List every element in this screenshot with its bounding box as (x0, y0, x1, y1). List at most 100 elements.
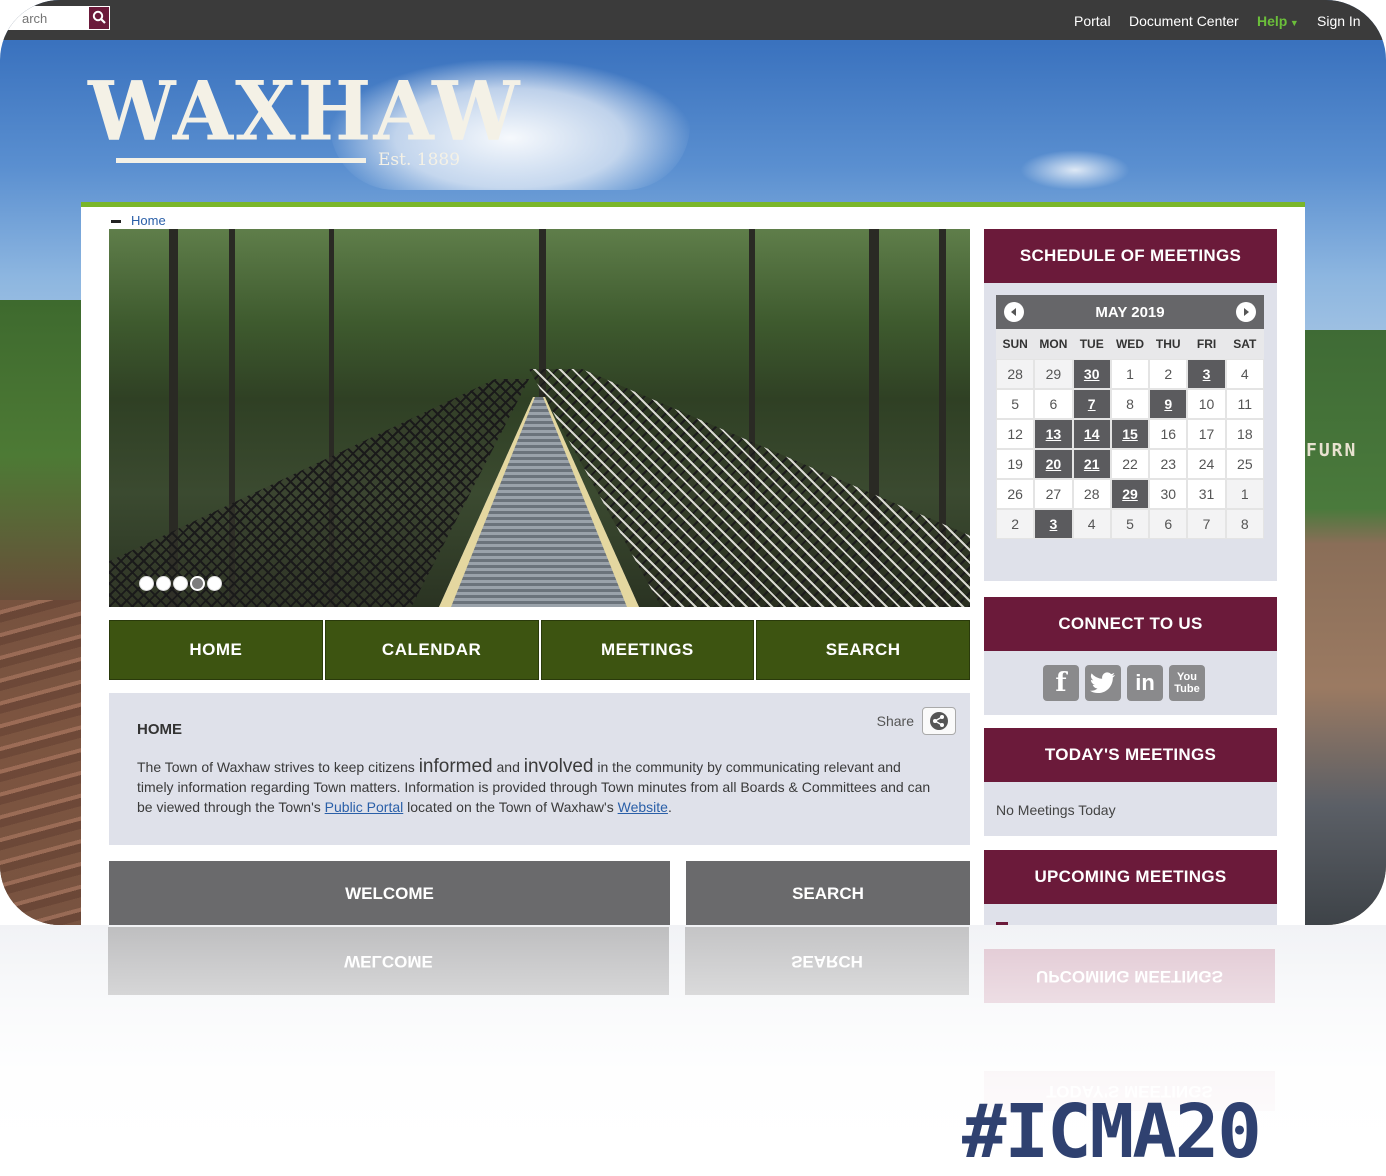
logo-wordmark: WAXHAW (88, 63, 522, 160)
word-informed: informed (418, 756, 493, 777)
portal-link[interactable]: Portal (1074, 13, 1111, 29)
calendar-day: 5 (1110, 509, 1150, 539)
facebook-icon[interactable]: f (1043, 665, 1079, 701)
slideshow-dot[interactable] (139, 576, 154, 591)
slideshow-dot[interactable] (173, 576, 188, 591)
calendar-day: 18 (1225, 419, 1264, 449)
home-text-part: and (492, 759, 524, 775)
calendar-day-meeting[interactable]: 13 (1034, 419, 1073, 449)
social-links: f in You Tube (1043, 665, 1205, 701)
connect-heading: CONNECT TO US (984, 597, 1277, 651)
calendar-day: 8 (1225, 509, 1264, 539)
calendar-day: 28 (996, 359, 1035, 389)
calendar-day-meeting[interactable]: 29 (1110, 479, 1150, 509)
top-bar: Portal Document Center Help ▼ Sign In (0, 0, 1386, 40)
calendar-day: 6 (1149, 509, 1188, 539)
building-sign: FURN (1306, 440, 1358, 461)
calendar-day-meeting[interactable]: 7 (1072, 389, 1111, 419)
help-label: Help (1257, 13, 1288, 29)
calendar-day: 17 (1187, 419, 1226, 449)
weekday-label: TUE (1079, 337, 1104, 351)
calendar-day: 25 (1225, 449, 1264, 479)
share-button[interactable] (922, 707, 956, 735)
calendar-day: 27 (1034, 479, 1073, 509)
arrow-right-icon (1243, 308, 1249, 316)
breadcrumb-home-link[interactable]: Home (131, 213, 166, 228)
home-description: The Town of Waxhaw strives to keep citiz… (137, 757, 937, 817)
breadcrumb: Home (111, 213, 166, 228)
youtube-icon[interactable]: You Tube (1169, 665, 1205, 701)
scenery-right (1304, 330, 1386, 925)
calendar-day-meeting[interactable]: 3 (1034, 509, 1073, 539)
prev-month-button[interactable] (1004, 302, 1024, 322)
content-panel: Home HOME CALENDAR MEETINGS SEARCH HOME … (81, 202, 1305, 925)
weekday-label: SAT (1233, 337, 1257, 351)
search-input[interactable] (0, 6, 88, 30)
railroad-decoration (0, 600, 82, 925)
calendar-day-meeting[interactable]: 20 (1034, 449, 1073, 479)
slideshow-dot[interactable] (156, 576, 171, 591)
chevron-down-icon: ▼ (1287, 18, 1299, 28)
social-panel: f in You Tube (984, 651, 1277, 715)
welcome-tile[interactable]: WELCOME (109, 861, 670, 925)
weekday-label: MON (1039, 337, 1068, 351)
linkedin-icon[interactable]: in (1127, 665, 1163, 701)
home-content: HOME Share The Town of Waxhaw strives to… (109, 693, 970, 845)
calendar-week: 5 6 7 8 9 10 11 (996, 389, 1264, 419)
calendar-day: 22 (1110, 449, 1150, 479)
weekday-label: FRI (1196, 337, 1217, 351)
slideshow-dot[interactable] (190, 576, 205, 591)
nav-calendar-button[interactable]: CALENDAR (324, 620, 539, 680)
calendar-week: 26 27 28 29 30 31 1 (996, 479, 1264, 509)
calendar-day-meeting[interactable]: 15 (1110, 419, 1150, 449)
calendar-day: 1 (1225, 479, 1264, 509)
todays-meetings-heading: TODAY'S MEETINGS (984, 728, 1277, 782)
calendar-month: MAY 2019 (1095, 303, 1165, 321)
calendar-panel: MAY 2019 SUN MON TUE WED THU FRI SAT 28 29 30 1 2 3… (984, 283, 1277, 581)
calendar-day-meeting[interactable]: 9 (1149, 389, 1188, 419)
nav-home-button[interactable]: HOME (109, 620, 323, 680)
calendar-widget: MAY 2019 SUN MON TUE WED THU FRI SAT 28 29 30 1 2 3… (996, 295, 1264, 539)
website-link[interactable]: Website (618, 799, 668, 815)
next-month-button[interactable] (1235, 302, 1256, 322)
search-box (0, 6, 88, 30)
calendar-day-meeting[interactable]: 30 (1072, 359, 1111, 389)
collapse-icon[interactable] (111, 220, 121, 224)
weekday-label: SUN (1002, 337, 1028, 351)
calendar-day-meeting[interactable]: 14 (1072, 419, 1111, 449)
word-involved: involved (523, 756, 594, 777)
help-menu[interactable]: Help ▼ (1257, 13, 1299, 29)
calendar-day: 29 (1034, 359, 1073, 389)
screenshot-frame: FURN Portal Document Center Help ▼ Sign … (0, 0, 1386, 925)
site-logo[interactable]: WAXHAW Est. 1889 (88, 63, 522, 170)
nav-meetings-button[interactable]: MEETINGS (540, 620, 755, 680)
calendar-day: 7 (1187, 509, 1226, 539)
logo-underline (116, 158, 366, 163)
nav-search-button[interactable]: SEARCH (756, 620, 970, 680)
calendar-day: 4 (1225, 359, 1264, 389)
calendar-day: 5 (996, 389, 1035, 419)
public-portal-link[interactable]: Public Portal (325, 799, 404, 815)
calendar-day: 6 (1034, 389, 1073, 419)
home-text-part: located on the Town of Waxhaw's (403, 799, 618, 815)
slideshow-dots (139, 576, 222, 591)
calendar-day-meeting[interactable]: 21 (1072, 449, 1111, 479)
twitter-bird-icon (1090, 672, 1115, 694)
calendar-day: 8 (1110, 389, 1150, 419)
sign-in-link[interactable]: Sign In (1317, 13, 1361, 29)
search-button[interactable] (88, 6, 110, 30)
document-center-link[interactable]: Document Center (1129, 13, 1239, 29)
calendar-week: 28 29 30 1 2 3 4 (996, 359, 1264, 389)
calendar-day-meeting[interactable]: 3 (1187, 359, 1226, 389)
calendar-day: 30 (1149, 479, 1188, 509)
home-text-part: The Town of Waxhaw strives to keep citiz… (137, 759, 419, 775)
twitter-icon[interactable] (1085, 665, 1121, 701)
calendar-day: 24 (1187, 449, 1226, 479)
logo-established: Est. 1889 (378, 150, 461, 170)
calendar-day: 1 (1110, 359, 1150, 389)
calendar-day: 26 (996, 479, 1035, 509)
share-control[interactable]: Share (877, 707, 956, 735)
search-tile[interactable]: SEARCH (686, 861, 970, 925)
calendar-week: 19 20 21 22 23 24 25 (996, 449, 1264, 479)
slideshow-dot[interactable] (207, 576, 222, 591)
